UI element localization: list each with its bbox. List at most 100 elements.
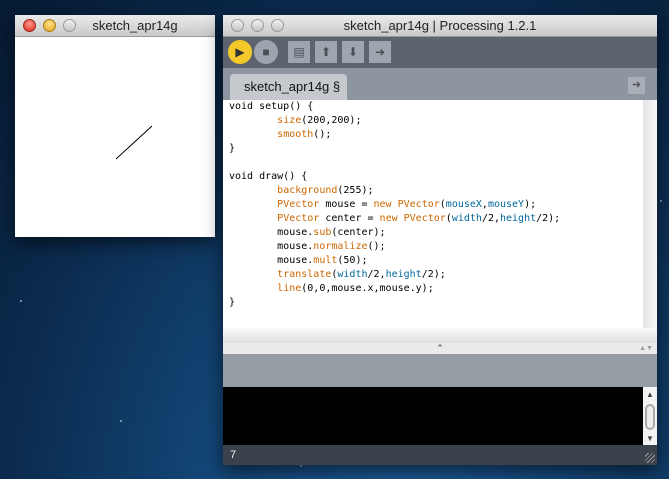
- code-token: mouse =: [319, 199, 374, 210]
- code-token: (center);: [331, 227, 386, 238]
- code-line[interactable]: size(200,200);: [223, 114, 657, 128]
- toolbar: ▶ ■ ▤ ⬆ ⬇ ➜: [223, 37, 657, 68]
- code-token: void setup() {: [229, 101, 314, 112]
- code-token: background: [277, 185, 338, 196]
- code-token: PVector: [277, 199, 320, 210]
- sketch-titlebar[interactable]: sketch_apr14g: [15, 15, 215, 37]
- sketch-window: sketch_apr14g: [15, 15, 215, 237]
- code-line[interactable]: [223, 156, 657, 170]
- split-arrows-icon[interactable]: ▲▼: [639, 343, 653, 354]
- tab-sketch[interactable]: sketch_apr14g §: [230, 74, 347, 100]
- code-token: /2,: [481, 213, 500, 224]
- open-button[interactable]: ⬆: [315, 41, 337, 63]
- status-bar: 7: [223, 445, 657, 465]
- main-titlebar[interactable]: sketch_apr14g | Processing 1.2.1: [223, 15, 657, 37]
- code-token: PVector: [277, 213, 320, 224]
- code-line[interactable]: void setup() {: [223, 100, 657, 114]
- save-button[interactable]: ⬇: [342, 41, 364, 63]
- code-token: mouse.: [229, 241, 314, 252]
- code-token: new: [379, 213, 398, 224]
- close-button[interactable]: [23, 19, 36, 32]
- code-token: smooth: [277, 129, 314, 140]
- code-token: (50);: [337, 255, 368, 266]
- code-line[interactable]: smooth();: [223, 128, 657, 142]
- code-token: width: [337, 269, 368, 280]
- new-button[interactable]: ▤: [288, 41, 310, 63]
- scroll-thumb[interactable]: [645, 404, 655, 430]
- code-token: /2);: [536, 213, 561, 224]
- code-token: height: [500, 213, 537, 224]
- code-line[interactable]: void draw() {: [223, 170, 657, 184]
- code-token: line: [277, 283, 302, 294]
- code-token: size: [277, 115, 302, 126]
- code-token: (255);: [337, 185, 374, 196]
- code-line[interactable]: }: [223, 296, 657, 310]
- code-token: height: [385, 269, 422, 280]
- code-token: ();: [367, 241, 386, 252]
- save-icon: ⬇: [347, 45, 359, 59]
- main-window-title: sketch_apr14g | Processing 1.2.1: [343, 18, 537, 33]
- run-icon: ▶: [235, 45, 245, 59]
- stop-button[interactable]: ■: [254, 40, 278, 64]
- scroll-down-icon[interactable]: ▼: [646, 434, 654, 443]
- tab-bar: sketch_apr14g § ➜: [223, 68, 657, 100]
- resize-grip[interactable]: [645, 453, 655, 463]
- code-token: );: [524, 199, 537, 210]
- new-icon: ▤: [293, 45, 305, 59]
- code-token: PVector: [397, 199, 440, 210]
- drawn-line: [115, 125, 153, 160]
- stop-icon: ■: [262, 45, 270, 59]
- code-editor[interactable]: void setup() { size(200,200); smooth();}…: [223, 100, 657, 328]
- editor-horizontal-scrollbar[interactable]: [223, 328, 657, 343]
- code-token: /2,: [367, 269, 386, 280]
- code-line[interactable]: PVector mouse = new PVector(mouseX,mouse…: [223, 198, 657, 212]
- export-icon: ➜: [374, 45, 386, 59]
- code-line[interactable]: line(0,0,mouse.x,mouse.y);: [223, 282, 657, 296]
- code-token: translate: [277, 269, 332, 280]
- code-token: mouse.: [229, 255, 314, 266]
- code-token: void draw() {: [229, 171, 308, 182]
- code-token: new: [373, 199, 392, 210]
- message-area: [223, 354, 657, 387]
- code-token: center =: [319, 213, 380, 224]
- code-line[interactable]: PVector center = new PVector(width/2,hei…: [223, 212, 657, 226]
- code-line[interactable]: background(255);: [223, 184, 657, 198]
- code-token: mouse.: [229, 227, 314, 238]
- processing-window: sketch_apr14g | Processing 1.2.1 ▶ ■ ▤ ⬆…: [223, 15, 657, 465]
- code-line[interactable]: mouse.sub(center);: [223, 226, 657, 240]
- code-line[interactable]: translate(width/2,height/2);: [223, 268, 657, 282]
- code-token: }: [229, 143, 236, 154]
- code-token: width: [451, 213, 482, 224]
- code-token: mouseX: [445, 199, 482, 210]
- console[interactable]: ▲ ▼: [223, 387, 657, 445]
- collapse-icon[interactable]: ⌃: [436, 343, 444, 353]
- console-scrollbar[interactable]: ▲ ▼: [643, 387, 657, 445]
- open-icon: ⬆: [320, 45, 332, 59]
- run-button[interactable]: ▶: [228, 40, 252, 64]
- code-token: (0,0,mouse.x,mouse.y);: [301, 283, 434, 294]
- tab-menu-arrow-icon[interactable]: ➜: [628, 77, 645, 94]
- editor-vertical-scrollbar[interactable]: [643, 100, 657, 328]
- line-number: 7: [230, 449, 237, 461]
- code-token: mouseY: [487, 199, 525, 210]
- code-token: sub: [313, 227, 332, 238]
- code-line[interactable]: mouse.mult(50);: [223, 254, 657, 268]
- code-line[interactable]: }: [223, 142, 657, 156]
- export-button[interactable]: ➜: [369, 41, 391, 63]
- code-token: PVector: [403, 213, 446, 224]
- code-token: normalize: [313, 241, 368, 252]
- sketch-window-title: sketch_apr14g: [92, 18, 178, 33]
- split-divider[interactable]: ⌃ ▲▼: [223, 343, 657, 354]
- code-line[interactable]: mouse.normalize();: [223, 240, 657, 254]
- code-token: mult: [313, 255, 338, 266]
- code-token: ();: [313, 129, 332, 140]
- code-token: (200,200);: [301, 115, 362, 126]
- scroll-up-icon[interactable]: ▲: [643, 387, 657, 399]
- sketch-canvas[interactable]: [15, 37, 215, 237]
